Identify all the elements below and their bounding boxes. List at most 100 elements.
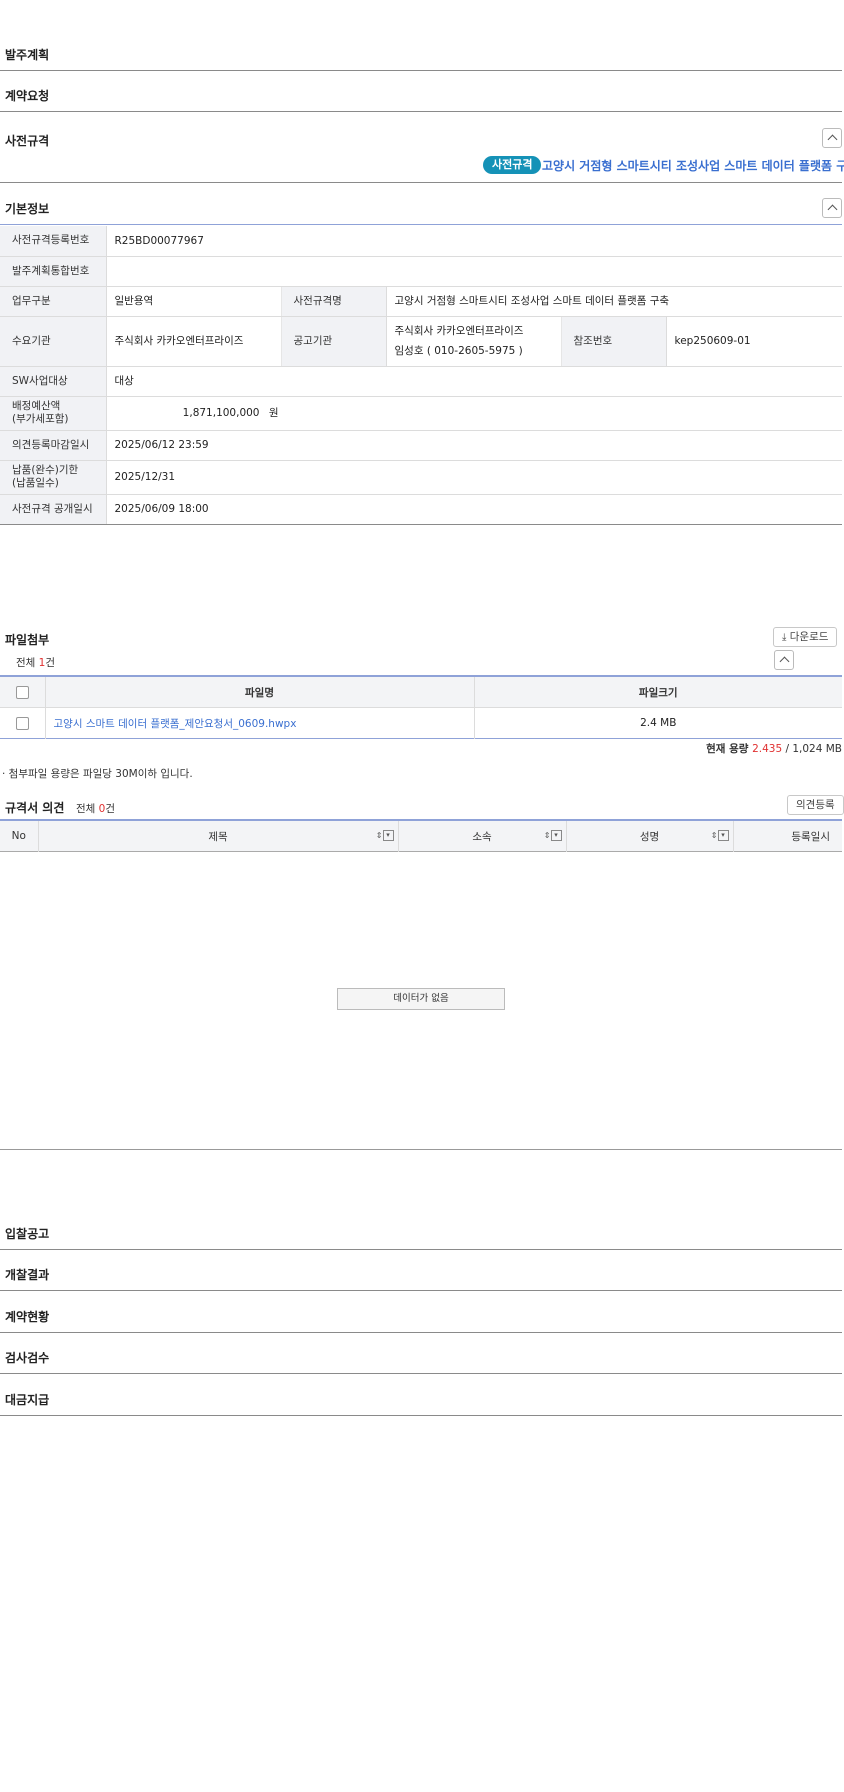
value-budget: 1,871,100,000 원 (106, 396, 842, 431)
table-row: 고양시 스마트 데이터 플랫폼_제안요청서_0609.hwpx 2.4 MB (0, 707, 842, 739)
total-suffix: 건 (105, 803, 116, 815)
label-delivery: 납품(완수)기한 (납품일수) (0, 460, 107, 495)
section-basic-info: 기본정보 (0, 194, 842, 225)
label-notice-org: 공고기관 (281, 316, 387, 367)
collapse-toggle-icon[interactable] (822, 198, 842, 218)
row-checkbox[interactable] (15, 716, 29, 730)
attachments-total: 전체 1건 (16, 655, 55, 670)
attachment-note: · 첨부파일 용량은 파일당 30M이하 입니다. (2, 768, 193, 780)
label-sw-target: SW사업대상 (0, 366, 107, 397)
section-contract-status[interactable]: 계약현황 (0, 1302, 842, 1333)
budget-amount: 1,871,100,000 (182, 407, 260, 419)
register-opinion-button[interactable]: 의견등록 (787, 795, 844, 815)
info-row: 납품(완수)기한 (납품일수) 2025/12/31 (0, 460, 842, 495)
row-select-cell (0, 707, 46, 739)
section-order-plan[interactable]: 발주계획 (0, 40, 842, 71)
value-delivery: 2025/12/31 (106, 460, 842, 495)
capacity-total: / 1,024 MB (782, 743, 842, 755)
col-file-name: 파일명 (45, 676, 475, 708)
section-title: 계약현황 (5, 1310, 50, 1324)
attachments-table: 파일명 파일크기 고양시 스마트 데이터 플랫폼_제안요청서_0609.hwpx… (0, 675, 842, 739)
collapse-toggle-icon[interactable] (774, 650, 794, 670)
value-plan-no (106, 256, 842, 287)
section-title: 계약요청 (5, 89, 50, 103)
download-button[interactable]: ⤓ 다운로드 (773, 627, 838, 647)
section-title: 기본정보 (5, 202, 50, 216)
label-public-date: 사전규격 공개일시 (0, 494, 107, 525)
col-subject-label: 제목 (208, 830, 228, 843)
opinions-title: 규격서 의견 (5, 801, 65, 815)
section-title: 입찰공고 (5, 1227, 50, 1241)
col-file-size: 파일크기 (474, 676, 842, 708)
info-row: 의견등록마감일시 2025/06/12 23:59 (0, 430, 842, 461)
download-label: 다운로드 (789, 631, 829, 643)
section-contract-request[interactable]: 계약요청 (0, 81, 842, 112)
download-icon: ⤓ (782, 632, 787, 643)
select-all-cell (0, 676, 46, 708)
label-budget: 배정예산액 (부가세포함) (0, 396, 107, 431)
info-row: 발주계획통합번호 (0, 256, 842, 287)
capacity-used: 2.435 (752, 743, 783, 755)
collapse-toggle-icon[interactable] (822, 128, 842, 148)
section-payment[interactable]: 대금지급 (0, 1385, 842, 1416)
col-dept[interactable]: 소속 ⇕ ▾ (398, 820, 567, 852)
capacity-label: 현재 용량 (706, 743, 753, 755)
opinions-table: No 제목 ⇕ ▾ 소속 ⇕ ▾ 성명 ⇕ ▾ 등록일시 (0, 819, 842, 852)
section-title: 개찰결과 (5, 1268, 50, 1282)
label-reg-no: 사전규격등록번호 (0, 226, 107, 257)
total-suffix: 건 (45, 657, 56, 669)
info-row: SW사업대상 대상 (0, 366, 842, 397)
section-title: 발주계획 (5, 48, 50, 62)
section-title: 검사검수 (5, 1351, 50, 1365)
section-title: 사전규격 (5, 134, 50, 148)
basic-info-table: 사전규격등록번호 R25BD00077967 발주계획통합번호 업무구분 일반용… (0, 226, 842, 525)
section-bid-result[interactable]: 개찰결과 (0, 1260, 842, 1291)
section-pre-spec: 사전규격 사전규격 고양시 거점형 스마트시티 조성사업 스마트 데이터 플랫폼… (0, 122, 844, 183)
attachments-title: 파일첨부 (5, 633, 50, 647)
value-public-date: 2025/06/09 18:00 (106, 494, 842, 525)
opinions-total: 전체 0건 (76, 801, 115, 816)
label-delivery-line1: 납품(완수)기한 (12, 464, 79, 476)
notice-org-name: 주식회사 카카오엔터프라이즈 (394, 325, 524, 337)
info-row: 수요기관 주식회사 카카오엔터프라이즈 공고기관 주식회사 카카오엔터프라이즈 … (0, 316, 842, 367)
label-opinion-deadline: 의견등록마감일시 (0, 430, 107, 461)
label-budget-line2: (부가세포함) (12, 413, 69, 425)
section-title: 대금지급 (5, 1393, 50, 1407)
empty-message: 데이터가 없음 (337, 988, 505, 1010)
col-name-label: 성명 (639, 830, 660, 843)
col-date: 등록일시 (733, 820, 842, 852)
pre-spec-badge: 사전규격 (483, 156, 542, 174)
value-opinion-deadline: 2025/06/12 23:59 (106, 430, 842, 461)
total-prefix: 전체 (16, 657, 39, 669)
attachments-header-row: 파일명 파일크기 (0, 676, 842, 708)
label-ref-no: 참조번호 (561, 316, 667, 367)
info-row: 업무구분 일반용역 사전규격명 고양시 거점형 스마트시티 조성사업 스마트 데… (0, 286, 842, 317)
col-name[interactable]: 성명 ⇕ ▾ (566, 820, 734, 852)
col-subject[interactable]: 제목 ⇕ ▾ (38, 820, 399, 852)
opinions-body-bottom-border (0, 1149, 842, 1150)
sort-icon[interactable]: ⇕ ▾ (711, 830, 729, 841)
info-row: 사전규격등록번호 R25BD00077967 (0, 226, 842, 257)
total-prefix: 전체 (76, 803, 99, 815)
section-inspection[interactable]: 검사검수 (0, 1343, 842, 1374)
label-budget-line1: 배정예산액 (12, 400, 61, 412)
budget-unit: 원 (268, 407, 279, 419)
section-bid-notice[interactable]: 입찰공고 (0, 1219, 842, 1250)
label-spec-name: 사전규격명 (281, 286, 387, 317)
sort-icon[interactable]: ⇕ ▾ (544, 830, 562, 841)
label-demand-org: 수요기관 (0, 316, 107, 367)
col-no: No (0, 820, 39, 852)
col-dept-label: 소속 (472, 830, 492, 843)
value-biz-type: 일반용역 (106, 286, 282, 317)
pre-spec-headline[interactable]: 고양시 거점형 스마트시티 조성사업 스마트 데이터 플랫폼 구축 (542, 157, 844, 174)
sort-icon[interactable]: ⇕ ▾ (376, 830, 394, 841)
select-all-checkbox[interactable] (15, 685, 29, 699)
value-reg-no: R25BD00077967 (106, 226, 842, 257)
label-delivery-line2: (납품일수) (12, 477, 59, 489)
info-row: 배정예산액 (부가세포함) 1,871,100,000 원 (0, 396, 842, 431)
value-notice-org: 주식회사 카카오엔터프라이즈 임성호 ( 010-2605-5975 ) (386, 316, 562, 367)
file-name-link[interactable]: 고양시 스마트 데이터 플랫폼_제안요청서_0609.hwpx (45, 707, 475, 739)
file-size: 2.4 MB (640, 717, 677, 729)
label-plan-no: 발주계획통합번호 (0, 256, 107, 287)
capacity-status: 현재 용량 2.435 / 1,024 MB (706, 741, 842, 756)
